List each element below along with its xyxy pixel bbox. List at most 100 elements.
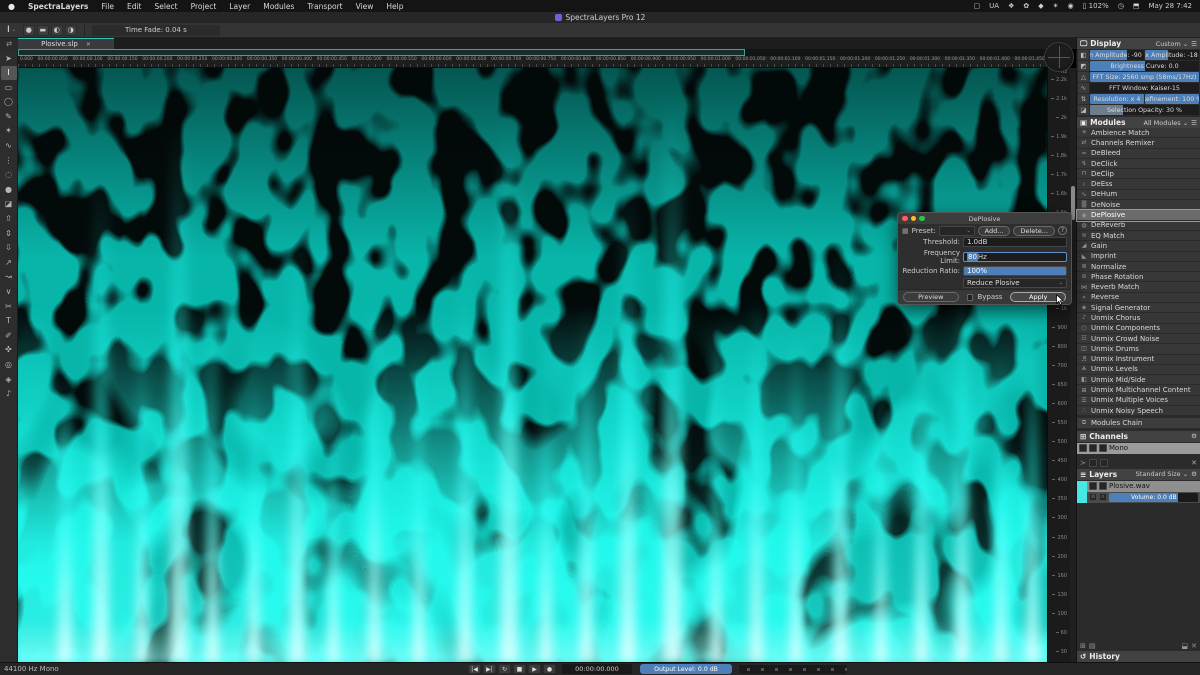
tab-close-icon[interactable]: ✕	[86, 41, 91, 48]
fft-size-slider[interactable]: FFT Size: 2560 smp (58ms/17Hz)	[1090, 72, 1199, 82]
tool-button[interactable]: ◎	[1, 357, 17, 371]
frequency-ruler[interactable]: Hz 2.2k2.1k2k1.9k1.8k1.7k1.6k1.5k1.4k1.3…	[1047, 49, 1070, 662]
transport-button[interactable]: |◀	[468, 664, 481, 674]
transport-button[interactable]: ↻	[498, 664, 511, 674]
module-item[interactable]: ⇄ Channels Remixer	[1077, 138, 1200, 148]
status-item[interactable]: ❖	[1008, 2, 1014, 10]
tool-button[interactable]: ⇕	[1, 226, 17, 240]
status-item[interactable]: ▯ 102%	[1083, 2, 1109, 10]
tool-button[interactable]: ◪	[1, 197, 17, 211]
menu-layer[interactable]: Layer	[229, 2, 250, 11]
tool-button[interactable]: ✜	[1, 343, 17, 357]
status-item[interactable]: ✿	[1023, 2, 1029, 10]
brightness-curve-slider[interactable]: Brightness Curve: 0.0	[1090, 61, 1199, 71]
tool-button[interactable]: ✶	[1, 124, 17, 138]
transport-button[interactable]: ●	[543, 664, 556, 674]
channel-button-3[interactable]	[1099, 444, 1107, 452]
current-tool-indicator[interactable]: I ⌄	[4, 25, 19, 35]
module-item[interactable]: ◧ Unmix Mid/Side	[1077, 375, 1200, 385]
fft-window-selector[interactable]: FFT Window: Kaiser-15	[1090, 83, 1199, 93]
reduction-ratio-slider[interactable]: 100%	[963, 266, 1067, 276]
module-item[interactable]: ✳ Ambience Match	[1077, 128, 1200, 138]
module-item[interactable]: ≜ Unmix Levels	[1077, 365, 1200, 375]
menu-help[interactable]: Help	[386, 2, 403, 11]
import-icon[interactable]: ⬓	[1182, 642, 1189, 650]
channels-toolbar-button-2[interactable]	[1100, 459, 1108, 467]
tool-button[interactable]: ◌	[1, 168, 17, 182]
module-item[interactable]: ⊘ Phase Rotation	[1077, 272, 1200, 282]
tool-button[interactable]: ✂	[1, 299, 17, 313]
display-preset-dropdown[interactable]: Custom ⌄	[1156, 40, 1188, 48]
tool-button[interactable]: I	[1, 66, 17, 80]
layer-curve-button[interactable]: ∩	[1099, 493, 1107, 501]
selection-mode-button[interactable]: ◐	[51, 25, 63, 36]
tool-button[interactable]: ↝	[1, 270, 17, 284]
crossfade-icon[interactable]: ✕	[1191, 459, 1197, 467]
plosive-mode-dropdown[interactable]: Reduce Plosive⌄	[963, 278, 1067, 288]
tool-button[interactable]: ●	[1, 182, 17, 196]
module-item[interactable]: ☷ Unmix Crowd Noise	[1077, 334, 1200, 344]
layer-solo-button[interactable]	[1099, 482, 1107, 490]
module-item[interactable]: ◢ Gain	[1077, 241, 1200, 251]
layer-row-plosive[interactable]: Plosive.wav ⊘ ∩ Volume: 0.0 dB	[1077, 481, 1200, 503]
module-item[interactable]: ⧉ Modules Chain	[1077, 418, 1200, 428]
status-item[interactable]: ◉	[1068, 2, 1074, 10]
status-item[interactable]: ▢	[974, 2, 981, 10]
tool-button[interactable]: ⋮	[1, 153, 17, 167]
resolution-slider[interactable]: Resolution: x 4	[1090, 94, 1144, 104]
overview-visible-window[interactable]	[18, 49, 745, 56]
layer-mute-button[interactable]	[1089, 482, 1097, 490]
display-menu-icon[interactable]: ☰	[1191, 40, 1197, 48]
minimize-window-button[interactable]	[911, 216, 917, 222]
time-ruler[interactable]: 0.00000:00:00.05000:00:00.10000:00:00.15…	[18, 56, 1047, 68]
module-item[interactable]: ☰ Unmix Multiple Voices	[1077, 396, 1200, 406]
menu-project[interactable]: Project	[191, 2, 217, 11]
playback-mode-icon[interactable]: ≻	[1080, 459, 1086, 467]
module-item[interactable]: « Reverse	[1077, 293, 1200, 303]
tool-button[interactable]: ◈	[1, 372, 17, 386]
menu-file[interactable]: File	[101, 2, 114, 11]
tool-button[interactable]: ♪	[1, 387, 17, 401]
transport-button[interactable]: ▶	[528, 664, 541, 674]
tool-button[interactable]: ⇩	[1, 241, 17, 255]
module-item[interactable]: ◍ DeReverb	[1077, 221, 1200, 231]
delete-layer-icon[interactable]: ✕	[1191, 642, 1197, 650]
module-item[interactable]: ⬡ Unmix Components	[1077, 324, 1200, 334]
status-item[interactable]: ◷	[1118, 2, 1124, 10]
tool-button[interactable]: ✎	[1, 109, 17, 123]
apple-menu-icon[interactable]: ●	[8, 2, 15, 11]
module-item[interactable]: ≋ EQ Match	[1077, 231, 1200, 241]
tool-button[interactable]: ∿	[1, 139, 17, 153]
preset-dropdown[interactable]: ⌄	[939, 226, 975, 236]
module-item[interactable]: ⊓ DeClip	[1077, 169, 1200, 179]
layer-volume-slider[interactable]: Volume: 0.0 dB	[1109, 493, 1198, 502]
module-item[interactable]: ∴ Unmix Noisy Speech	[1077, 406, 1200, 416]
preset-delete-button[interactable]: Delete...	[1013, 226, 1055, 236]
status-item[interactable]: UA	[989, 2, 999, 10]
status-item[interactable]: ⬒	[1133, 2, 1140, 10]
channel-button-1[interactable]	[1079, 444, 1087, 452]
tool-button[interactable]: ✐	[1, 328, 17, 342]
module-item[interactable]: ⊞ Unmix Multichannel Content	[1077, 385, 1200, 395]
tab-scroll-control[interactable]: ⇄	[0, 38, 18, 49]
threshold-input[interactable]: 1.0dB	[963, 237, 1067, 247]
menu-modules[interactable]: Modules	[263, 2, 294, 11]
module-item[interactable]: ◣ Imprint	[1077, 252, 1200, 262]
channels-toolbar-button-1[interactable]	[1089, 459, 1097, 467]
help-icon[interactable]: ?	[1058, 226, 1067, 235]
close-window-button[interactable]	[902, 216, 908, 222]
module-item[interactable]: ♬ Unmix Instrument	[1077, 355, 1200, 365]
layers-settings-icon[interactable]: ⚙	[1191, 470, 1197, 478]
module-item[interactable]: ∿ DeHum	[1077, 190, 1200, 200]
module-item[interactable]: ▒ DeNoise	[1077, 200, 1200, 210]
modules-filter-dropdown[interactable]: All Modules ⌄	[1144, 119, 1189, 127]
refinement-slider[interactable]: Refinement: 100 %	[1145, 94, 1199, 104]
time-fade-field[interactable]: Time Fade: 0.04 s	[92, 25, 220, 36]
transport-button[interactable]: ■	[513, 664, 526, 674]
module-item[interactable]: ≈ DeBleed	[1077, 149, 1200, 159]
tool-button[interactable]: ∨	[1, 285, 17, 299]
menu-transport[interactable]: Transport	[307, 2, 342, 11]
layers-size-dropdown[interactable]: Standard Size ⌄	[1136, 470, 1189, 478]
selection-opacity-slider[interactable]: Selection Opacity: 30 %	[1090, 105, 1199, 115]
tool-button[interactable]: ➤	[1, 51, 17, 65]
